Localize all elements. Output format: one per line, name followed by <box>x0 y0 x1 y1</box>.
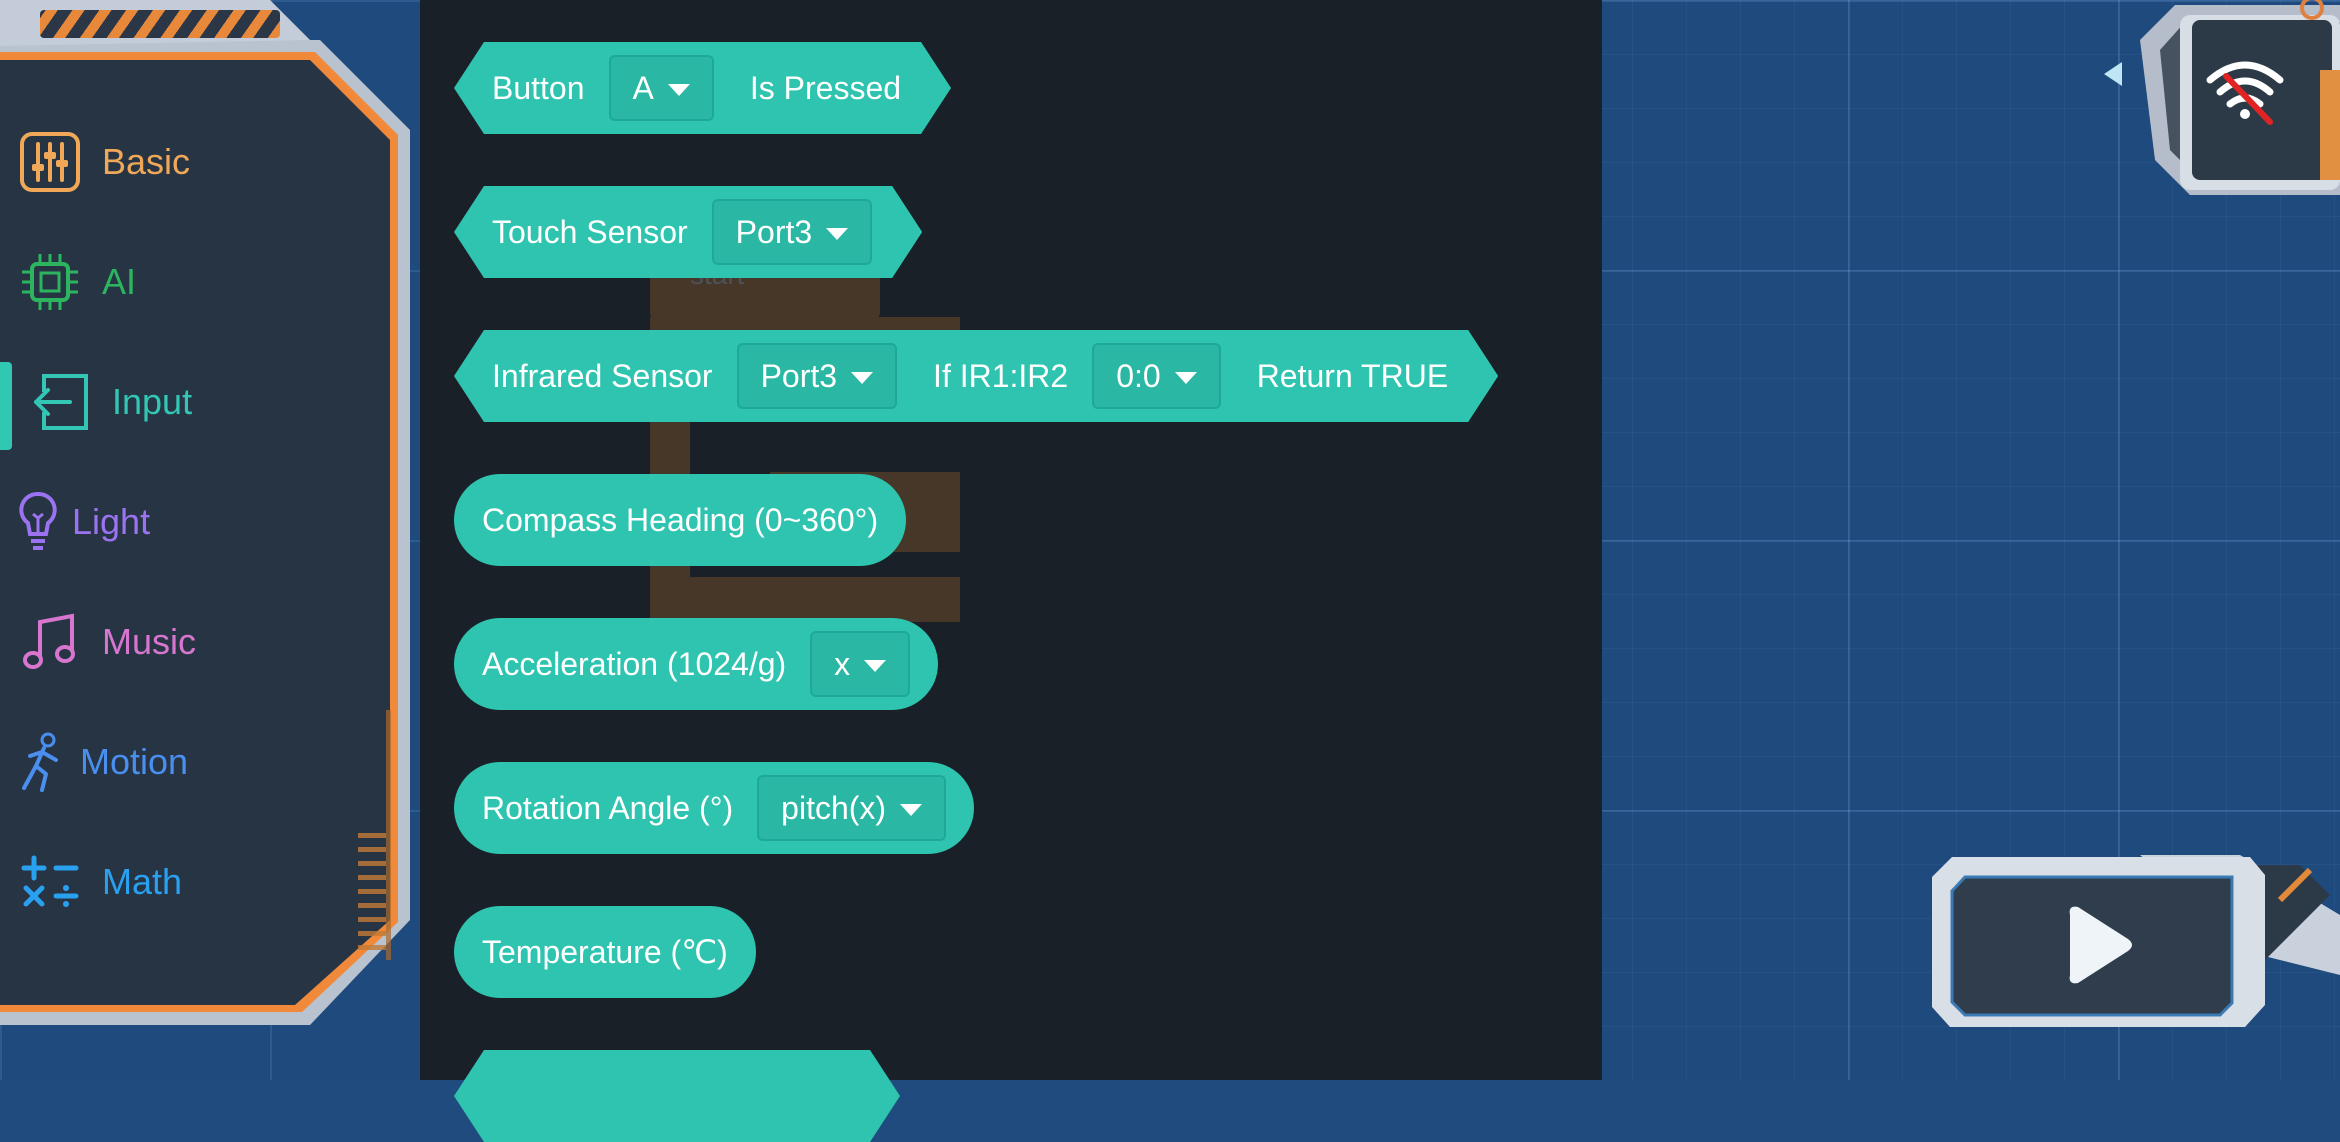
axis-dropdown[interactable]: x <box>810 631 911 697</box>
category-math[interactable]: Math <box>18 842 378 922</box>
dropdown-value: Port3 <box>735 213 813 250</box>
selected-category-indicator <box>0 362 12 450</box>
block-label: Compass Heading (0~360°) <box>482 501 879 538</box>
hazard-stripes-decoration <box>40 10 280 38</box>
block-label: Touch Sensor <box>492 213 688 250</box>
category-label: Motion <box>80 741 189 782</box>
caret-down-icon <box>864 660 887 672</box>
dropdown-value: x <box>834 645 851 682</box>
math-ops-icon <box>18 850 82 914</box>
block-label: Rotation Angle (°) <box>482 789 734 826</box>
dropdown-value: A <box>632 69 654 106</box>
block-label: Button <box>492 69 585 106</box>
block-suffix: Return TRUE <box>1256 357 1449 394</box>
category-label: Input <box>112 381 193 422</box>
caret-down-icon <box>1175 372 1197 384</box>
block-label: Infrared Sensor <box>492 357 713 394</box>
sliders-icon <box>18 130 82 194</box>
block-label: Acceleration (1024/g) <box>482 645 787 682</box>
block-partial[interactable] <box>454 1050 900 1142</box>
input-icon <box>28 370 92 434</box>
block-touch-sensor[interactable]: Touch Sensor Port3 <box>454 186 922 278</box>
button-dropdown[interactable]: A <box>609 55 714 121</box>
lightbulb-icon <box>18 490 58 554</box>
block-suffix: Is Pressed <box>749 69 902 106</box>
category-motion[interactable]: Motion <box>18 722 378 802</box>
category-light[interactable]: Light <box>18 482 378 562</box>
category-label: Math <box>102 861 183 902</box>
category-input[interactable]: Input <box>28 362 388 442</box>
music-note-icon <box>18 610 82 674</box>
caret-down-icon <box>851 372 873 384</box>
port-dropdown[interactable]: Port3 <box>737 343 897 409</box>
block-acceleration[interactable]: Acceleration (1024/g) x <box>454 618 939 710</box>
ir-value-dropdown[interactable]: 0:0 <box>1092 343 1220 409</box>
category-ai[interactable]: AI <box>18 242 378 322</box>
block-mid-label: If IR1:IR2 <box>933 357 1069 394</box>
run-button[interactable] <box>1920 855 2340 1035</box>
category-label: Basic <box>102 141 191 182</box>
chip-icon <box>18 250 82 314</box>
caret-down-icon <box>668 84 690 96</box>
dropdown-value: pitch(x) <box>781 789 887 826</box>
caret-down-icon <box>900 804 923 816</box>
block-compass-heading[interactable]: Compass Heading (0~360°) <box>454 474 907 566</box>
block-rotation-angle[interactable]: Rotation Angle (°) pitch(x) <box>454 762 975 854</box>
block-temperature[interactable]: Temperature (℃) <box>454 906 756 998</box>
caret-down-icon <box>826 228 848 240</box>
category-basic[interactable]: Basic <box>18 122 378 202</box>
block-label: Temperature (℃) <box>482 934 728 970</box>
axis-dropdown[interactable]: pitch(x) <box>757 775 947 841</box>
block-button-pressed[interactable]: Button A Is Pressed <box>454 42 951 134</box>
collapse-arrow-icon <box>2104 62 2122 86</box>
category-label: Music <box>102 621 197 662</box>
category-music[interactable]: Music <box>18 602 378 682</box>
dropdown-value: Port3 <box>760 357 838 394</box>
category-label: AI <box>102 261 137 302</box>
connection-widget[interactable] <box>2080 0 2340 200</box>
category-label: Light <box>72 501 151 542</box>
runner-icon <box>18 730 64 794</box>
workspace-ghost-program: start <box>650 262 960 622</box>
block-infrared-sensor[interactable]: Infrared Sensor Port3 If IR1:IR2 0:0 Ret… <box>454 330 1498 422</box>
port-dropdown[interactable]: Port3 <box>712 199 872 265</box>
dropdown-value: 0:0 <box>1116 357 1161 394</box>
panel-side-bar <box>386 710 391 960</box>
